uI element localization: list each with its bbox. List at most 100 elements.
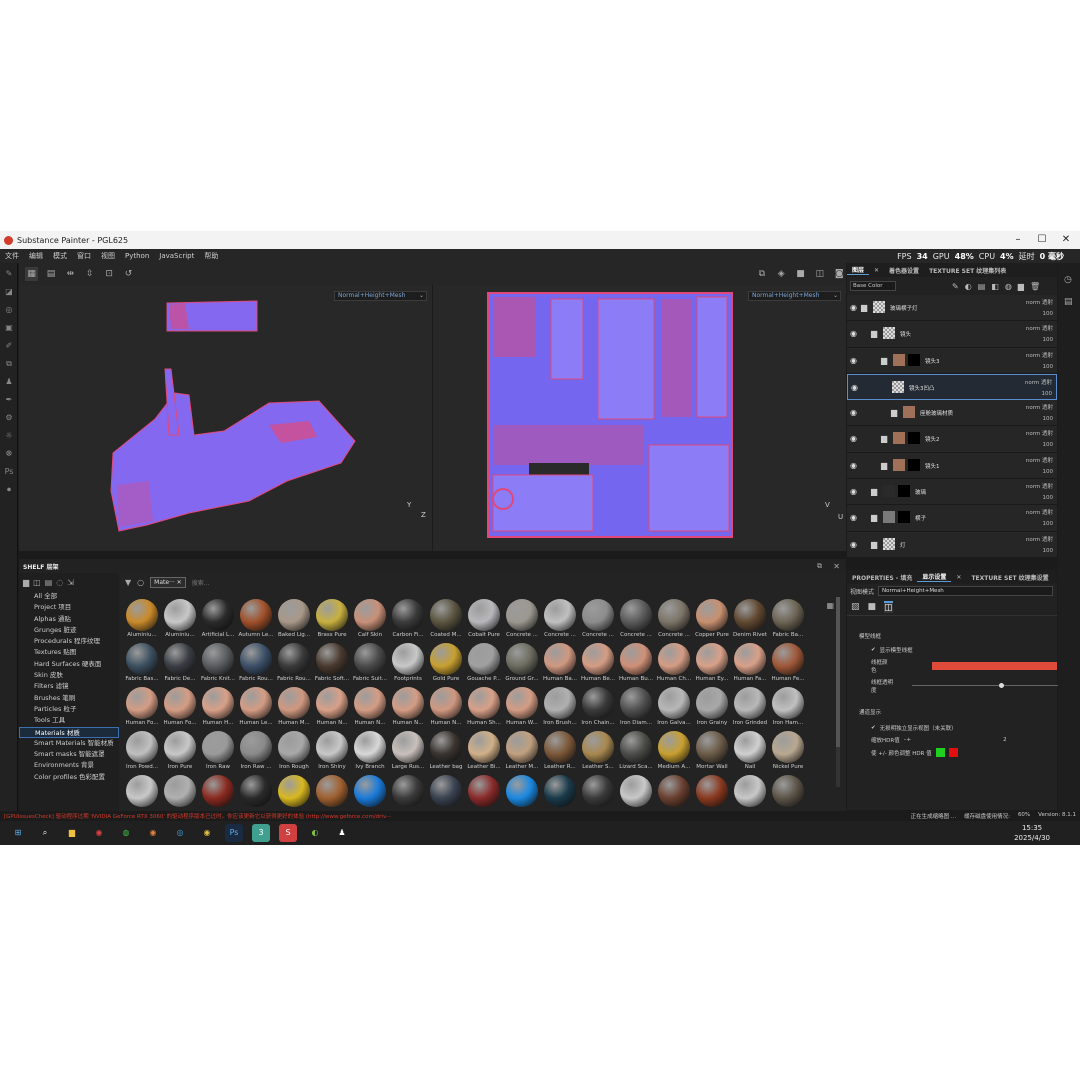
hdr-minus-plus[interactable]: –+ xyxy=(904,737,911,743)
close-button[interactable]: ✕ xyxy=(1054,231,1078,249)
display-icon[interactable]: ☸ xyxy=(4,449,14,459)
menu-help[interactable]: 帮助 xyxy=(199,251,223,261)
visibility-eye-icon[interactable]: ◉ xyxy=(850,487,857,496)
taskbar-clock[interactable]: 15:35 2025/4/30 xyxy=(1014,823,1050,843)
shelf-category-item[interactable]: Environments 背景 xyxy=(19,760,119,771)
material-item[interactable]: Human N... xyxy=(313,685,351,729)
effect-icon[interactable]: ◍ xyxy=(1005,282,1012,291)
visibility-eye-icon[interactable]: ◉ xyxy=(850,434,857,443)
filter-chip[interactable]: Mate··· ✕ xyxy=(150,576,186,588)
blend-mode[interactable]: norm 透射 xyxy=(1026,508,1053,519)
import-icon[interactable]: ▤ xyxy=(45,578,53,587)
substance-painter-icon[interactable]: S xyxy=(279,824,297,842)
layer-mask-thumbnail[interactable] xyxy=(898,511,910,524)
shelf-category-item[interactable]: Materials 材质 xyxy=(19,726,119,738)
folder-icon[interactable]: ▆ xyxy=(881,461,887,470)
red-swatch[interactable] xyxy=(948,748,958,757)
material-item[interactable]: Fabric Ba... xyxy=(769,597,807,641)
file-explorer-icon[interactable]: ▆ xyxy=(63,824,81,842)
material-item[interactable]: Aluminiu... xyxy=(123,597,161,641)
material-item[interactable]: Human Ch... xyxy=(655,641,693,685)
filter-icon[interactable]: ▼ xyxy=(125,578,131,587)
image-icon[interactable]: ▨ xyxy=(851,602,860,612)
material-item[interactable]: Leather S... xyxy=(579,729,617,773)
new-folder-icon[interactable]: ◫ xyxy=(33,578,41,587)
folder-icon[interactable]: ▆ xyxy=(891,408,897,417)
opacity-value[interactable]: 100 xyxy=(1026,519,1054,530)
qq-icon[interactable]: ♟ xyxy=(333,824,351,842)
tab-shader-settings[interactable]: 着色器设置 xyxy=(884,266,924,275)
material-item[interactable]: Iron Shiny xyxy=(313,729,351,773)
layer-blend-opacity[interactable]: norm 透射 100 xyxy=(1026,429,1053,451)
material-item[interactable]: Carbon Fi... xyxy=(389,597,427,641)
blend-mode[interactable]: norm 透射 xyxy=(1026,324,1053,335)
gpu-warning-text[interactable]: [GPUIssuesCheck] 驱动程序过期 'NVIDIA GeForce … xyxy=(4,812,391,820)
folder-icon[interactable]: ▆ xyxy=(871,540,877,549)
clone-icon[interactable]: ⧉ xyxy=(4,359,14,369)
shelf-category-item[interactable]: Smart Materials 智能材质 xyxy=(19,738,119,749)
opacity-value[interactable]: 100 xyxy=(1026,493,1054,504)
material-item[interactable]: Leather bag xyxy=(427,729,465,773)
shelf-category-item[interactable]: Alphas 通贴 xyxy=(19,614,119,625)
material-item[interactable]: Human H... xyxy=(199,685,237,729)
material-item[interactable]: Iron Powd... xyxy=(123,729,161,773)
material-item[interactable]: Iron Pure xyxy=(161,729,199,773)
opacity-value[interactable]: 100 xyxy=(1025,389,1053,400)
maximize-button[interactable]: ☐ xyxy=(1030,231,1054,249)
paint-brush-icon[interactable]: ✎ xyxy=(4,269,14,279)
chrome-alt-icon[interactable]: ◉ xyxy=(198,824,216,842)
menu-mode[interactable]: 模式 xyxy=(48,251,72,261)
material-item[interactable]: Concrete ... xyxy=(541,597,579,641)
material-item[interactable]: Autumn Le... xyxy=(237,597,275,641)
menu-edit[interactable]: 编辑 xyxy=(24,251,48,261)
layer-blend-opacity[interactable]: norm 透射 100 xyxy=(1026,535,1053,557)
mask-icon[interactable]: ◧ xyxy=(991,282,999,291)
layer-blend-opacity[interactable]: norm 透射 100 xyxy=(1026,508,1053,530)
browser-icon[interactable]: ◉ xyxy=(144,824,162,842)
scroll-thumb[interactable] xyxy=(836,597,840,747)
hdr-value[interactable]: 2 xyxy=(1003,737,1007,743)
wire-color-swatch[interactable] xyxy=(932,662,1057,670)
material-item[interactable]: Human Le... xyxy=(237,685,275,729)
minimize-button[interactable]: – xyxy=(1006,231,1030,249)
material-item[interactable]: Footprints xyxy=(389,641,427,685)
material-item[interactable]: Concrete ... xyxy=(503,597,541,641)
folder-icon[interactable]: ▆ xyxy=(861,303,867,312)
material-item[interactable]: Concrete ... xyxy=(579,597,617,641)
viewport-2d[interactable]: Normal+Height+Mesh ⌄ V U xyxy=(433,285,846,551)
material-item[interactable]: Artificial L... xyxy=(199,597,237,641)
folder-icon[interactable]: ▆ xyxy=(881,434,887,443)
layer-mask-thumbnail[interactable] xyxy=(908,458,920,471)
shelf-category-item[interactable]: Hard Surfaces 硬表面 xyxy=(19,659,119,670)
blend-mode[interactable]: norm 透射 xyxy=(1026,403,1053,414)
layer-blend-opacity[interactable]: norm 透射 100 xyxy=(1025,378,1052,400)
opacity-value[interactable]: 100 xyxy=(1026,362,1054,373)
render-icon[interactable]: ◫ xyxy=(813,267,826,281)
shelf-category-item[interactable]: Procedurals 程序纹理 xyxy=(19,636,119,647)
grid-view-icon[interactable]: ▦ xyxy=(25,267,39,281)
material-item[interactable]: Fabric Bas... xyxy=(123,641,161,685)
material-item[interactable]: Iron Raw xyxy=(199,729,237,773)
history-icon[interactable]: ↺ xyxy=(122,267,135,281)
smudge-icon[interactable]: ✐ xyxy=(4,341,14,351)
stamp-icon[interactable]: ♟ xyxy=(4,377,14,387)
material-item[interactable]: Copper Pure xyxy=(693,597,731,641)
photoshop-export-icon[interactable]: Ps xyxy=(4,467,14,477)
opacity-value[interactable]: 100 xyxy=(1026,467,1054,478)
menu-javascript[interactable]: JavaScript xyxy=(154,252,199,260)
opacity-value[interactable]: 100 xyxy=(1026,414,1054,425)
layer-blend-opacity[interactable]: norm 透射 100 xyxy=(1026,403,1053,425)
layer-row[interactable]: ◉ 镜头3凹凸 norm 透射 100 xyxy=(847,373,1057,401)
channel-isolate-checkbox[interactable]: ✔ 无损明独立显示视图（未关联） xyxy=(847,724,1057,732)
material-item[interactable]: Leather M... xyxy=(503,729,541,773)
layer-blend-opacity[interactable]: norm 透射 100 xyxy=(1026,482,1053,504)
windows-start-icon[interactable]: ⊞ xyxy=(9,824,27,842)
menu-python[interactable]: Python xyxy=(120,252,154,260)
material-item[interactable]: Iron Galva... xyxy=(655,685,693,729)
log-icon[interactable]: ▤ xyxy=(1064,297,1080,307)
material-item[interactable]: Human Ba... xyxy=(541,641,579,685)
camera-icon[interactable]: ■ xyxy=(794,267,807,281)
material-item[interactable]: Calf Skin xyxy=(351,597,389,641)
material-item[interactable]: Iron Raw ... xyxy=(237,729,275,773)
material-item[interactable]: Concrete ... xyxy=(617,597,655,641)
